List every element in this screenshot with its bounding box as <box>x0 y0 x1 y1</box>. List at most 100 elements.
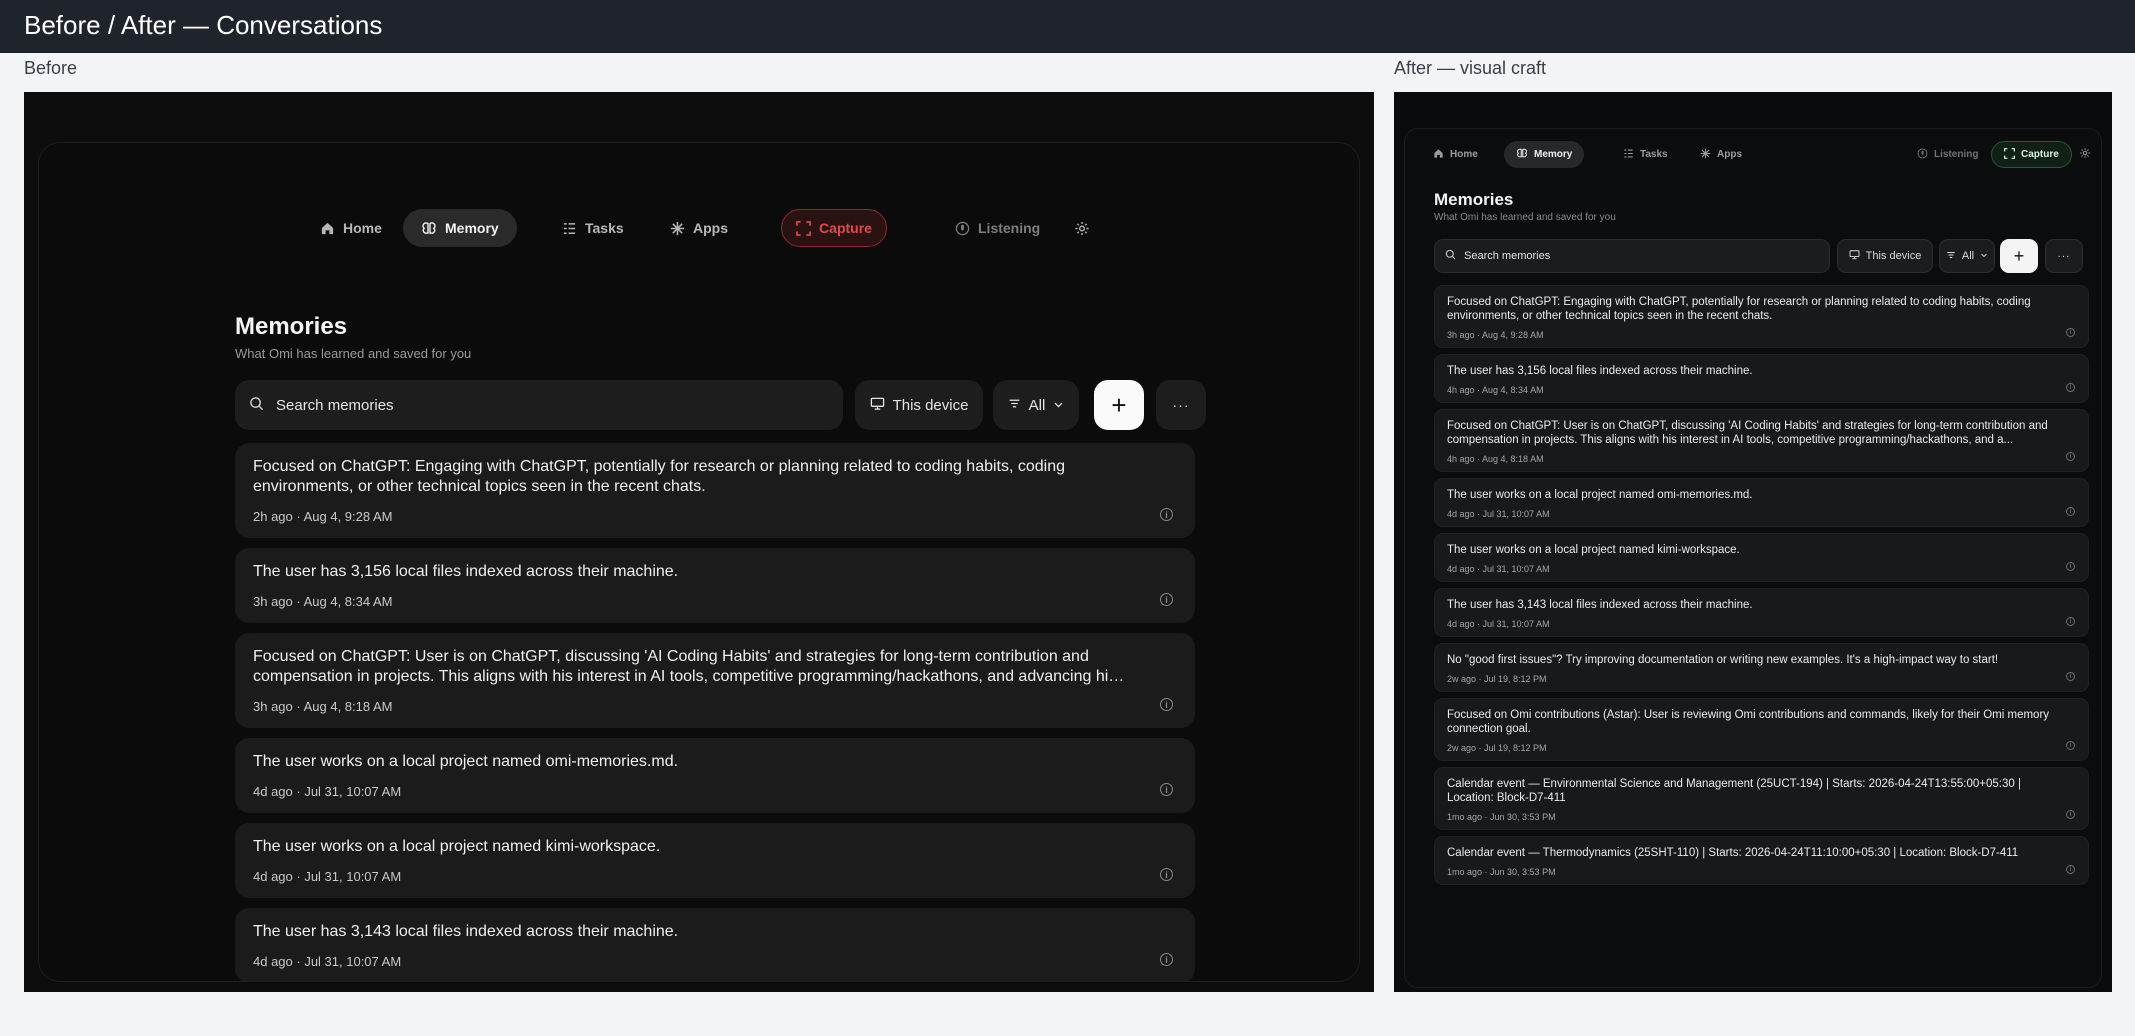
memory-card[interactable]: The user has 3,143 local files indexed a… <box>1434 588 2089 637</box>
memory-card[interactable]: The user works on a local project named … <box>1434 533 2089 582</box>
memory-timestamp: 4h ago · Aug 4, 8:34 AM <box>1447 385 1544 395</box>
memory-card[interactable]: Focused on Omi contributions (Astar): Us… <box>1434 698 2089 761</box>
memory-card[interactable]: The user has 3,143 local files indexed a… <box>235 908 1195 981</box>
filter-label: All <box>1028 396 1046 414</box>
memory-text: Focused on ChatGPT: Engaging with ChatGP… <box>253 458 1066 495</box>
nav-tasks[interactable]: Tasks <box>543 209 642 247</box>
add-memory-button[interactable]: + <box>2000 239 2038 273</box>
listening-toggle[interactable]: Listening <box>936 209 1058 247</box>
info-icon[interactable]: i <box>2066 328 2075 337</box>
nav-apps[interactable]: Apps <box>651 209 746 247</box>
monitor-icon <box>870 396 885 415</box>
memory-card[interactable]: Calendar event — Thermodynamics (25SHT-1… <box>1434 836 2089 885</box>
mic-icon <box>1917 148 1928 162</box>
memory-card[interactable]: Focused on ChatGPT: Engaging with ChatGP… <box>1434 285 2089 348</box>
nav-apps[interactable]: Apps <box>1688 141 1754 168</box>
device-label: This device <box>1865 250 1922 262</box>
search-placeholder: Search memories <box>276 396 394 414</box>
memory-text: The user works on a local project named … <box>253 838 661 855</box>
memory-card[interactable]: No "good first issues"? Try improving do… <box>1434 643 2089 692</box>
memory-text: Focused on Omi contributions (Astar): Us… <box>1447 709 2050 735</box>
mic-icon <box>954 220 970 236</box>
memory-text: Calendar event — Environmental Science a… <box>1447 778 2021 804</box>
page-heading: Memories <box>1434 190 1514 209</box>
info-icon[interactable]: i <box>1160 698 1173 711</box>
info-icon[interactable]: i <box>2066 452 2075 461</box>
settings-button[interactable] <box>2075 141 2095 168</box>
device-selector[interactable]: This device <box>855 380 983 430</box>
memory-timestamp: 4d ago · Jul 31, 10:07 AM <box>1447 564 1550 574</box>
memory-card[interactable]: Calendar event — Environmental Science a… <box>1434 767 2089 830</box>
nav-home[interactable]: Home <box>1421 141 1490 168</box>
filter-dropdown[interactable]: All <box>993 380 1079 430</box>
device-selector[interactable]: This device <box>1837 239 1933 273</box>
info-icon[interactable]: i <box>2066 741 2075 750</box>
page-title: Before / After — Conversations <box>24 10 383 40</box>
capture-label: Capture <box>819 220 872 236</box>
brain-icon <box>421 220 437 236</box>
memory-timestamp: 4d ago · Jul 31, 10:07 AM <box>253 869 402 884</box>
memory-card[interactable]: The user works on a local project named … <box>1434 478 2089 527</box>
filter-icon <box>1008 397 1021 414</box>
memory-card[interactable]: Focused on ChatGPT: User is on ChatGPT, … <box>1434 409 2089 472</box>
more-options-button[interactable]: ··· <box>1156 380 1206 430</box>
grid-icon <box>669 220 685 236</box>
nav-memory-label: Memory <box>1534 149 1573 160</box>
nav-apps-label: Apps <box>693 220 728 236</box>
nav-home-label: Home <box>1450 149 1478 160</box>
info-icon[interactable]: i <box>2066 507 2075 516</box>
scan-icon <box>796 220 811 236</box>
capture-button[interactable]: Capture <box>781 209 887 247</box>
search-placeholder: Search memories <box>1464 250 1551 262</box>
capture-button[interactable]: Capture <box>1991 141 2072 168</box>
nav-home[interactable]: Home <box>301 209 400 247</box>
more-options-button[interactable]: ··· <box>2045 239 2083 273</box>
nav-memory[interactable]: Memory <box>403 209 517 247</box>
info-icon[interactable]: i <box>1160 953 1173 966</box>
memory-card[interactable]: The user works on a local project named … <box>235 823 1195 898</box>
memory-text: The user has 3,143 local files indexed a… <box>1447 599 1753 611</box>
after-label: After — visual craft <box>1394 58 1547 78</box>
memory-timestamp: 3h ago · Aug 4, 8:18 AM <box>253 699 393 714</box>
memory-card[interactable]: Focused on ChatGPT: Engaging with ChatGP… <box>235 443 1195 538</box>
gear-icon <box>2079 147 2091 162</box>
info-icon[interactable]: i <box>2066 810 2075 819</box>
info-icon[interactable]: i <box>2066 865 2075 874</box>
checklist-icon <box>561 220 577 236</box>
capture-label: Capture <box>2021 149 2059 160</box>
info-icon[interactable]: i <box>2066 672 2075 681</box>
memory-text: Calendar event — Thermodynamics (25SHT-1… <box>1447 847 2019 859</box>
memory-text: The user works on a local project named … <box>1447 544 1740 556</box>
home-icon <box>1433 148 1444 162</box>
memory-card[interactable]: Focused on ChatGPT: User is on ChatGPT, … <box>235 633 1195 728</box>
settings-button[interactable] <box>1064 209 1100 247</box>
memory-card[interactable]: The user works on a local project named … <box>235 738 1195 813</box>
info-icon[interactable]: i <box>2066 562 2075 571</box>
listening-toggle[interactable]: Listening <box>1905 141 1990 168</box>
add-memory-button[interactable]: + <box>1094 380 1144 430</box>
gear-icon <box>1074 220 1090 236</box>
info-icon[interactable]: i <box>1160 783 1173 796</box>
nav-tasks[interactable]: Tasks <box>1611 141 1680 168</box>
memory-timestamp: 4d ago · Jul 31, 10:07 AM <box>253 954 402 969</box>
search-input[interactable]: Search memories <box>235 380 843 430</box>
memory-timestamp: 1mo ago · Jun 30, 3:53 PM <box>1447 867 1556 877</box>
info-icon[interactable]: i <box>1160 868 1173 881</box>
filter-dropdown[interactable]: All <box>1939 239 1995 273</box>
memory-text: Focused on ChatGPT: User is on ChatGPT, … <box>253 648 1117 685</box>
info-icon[interactable]: i <box>2066 617 2075 626</box>
search-input[interactable]: Search memories <box>1434 239 1830 273</box>
nav-memory[interactable]: Memory <box>1504 141 1585 168</box>
info-icon[interactable]: i <box>1160 593 1173 606</box>
info-icon[interactable]: i <box>1160 508 1173 521</box>
memory-text: The user works on a local project named … <box>253 753 679 770</box>
memory-text: Focused on ChatGPT: Engaging with ChatGP… <box>1447 296 2031 322</box>
memory-text: The user works on a local project named … <box>1447 489 1753 501</box>
info-icon[interactable]: i <box>2066 383 2075 392</box>
page-heading: Memories <box>235 313 348 340</box>
memory-card[interactable]: The user has 3,156 local files indexed a… <box>1434 354 2089 403</box>
brain-icon <box>1516 147 1528 162</box>
nav-home-label: Home <box>343 220 382 236</box>
memory-card[interactable]: The user has 3,156 local files indexed a… <box>235 548 1195 623</box>
memory-timestamp: 3h ago · Aug 4, 8:34 AM <box>253 594 393 609</box>
